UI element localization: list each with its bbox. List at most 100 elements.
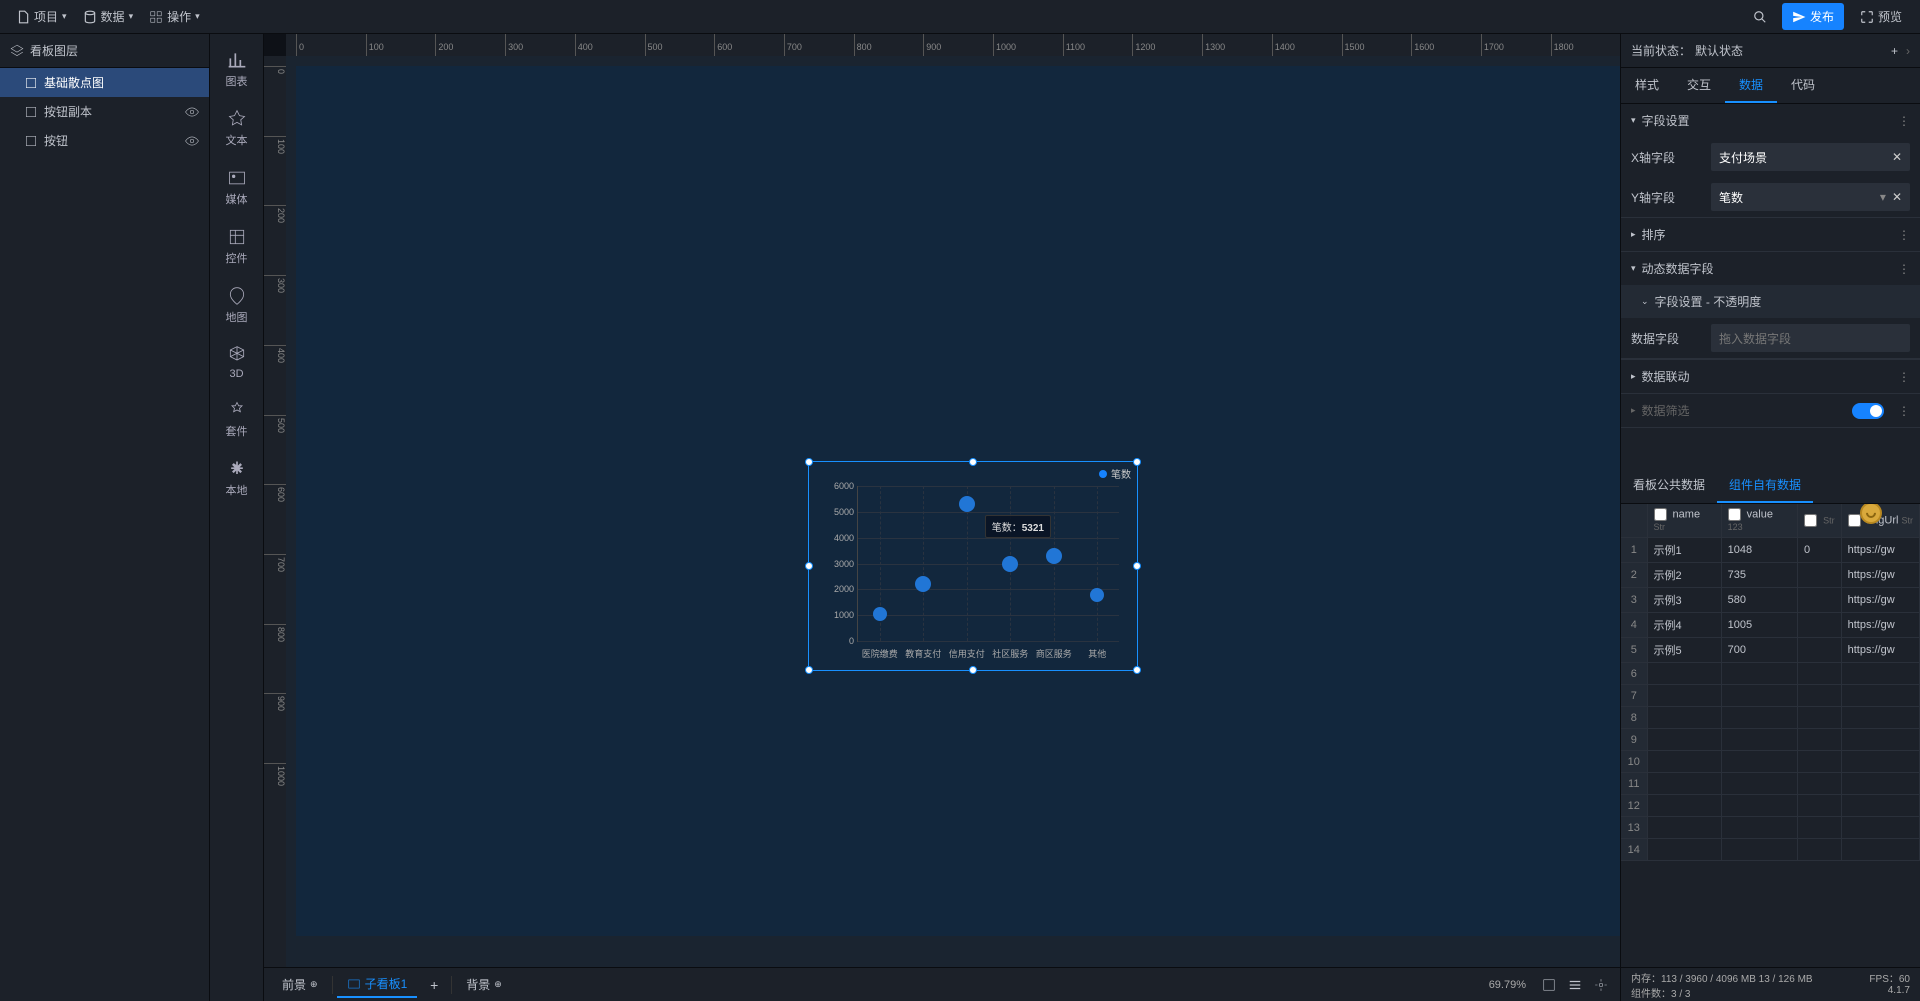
layer-item[interactable]: 按钮副本 [0, 97, 209, 126]
component-category[interactable]: 图表 [226, 40, 248, 99]
x-field-control[interactable]: 支付场景 ✕ [1711, 143, 1910, 171]
component-category[interactable]: 媒体 [226, 158, 248, 217]
cell-c3[interactable]: 0 [1798, 538, 1842, 563]
scatter-point[interactable] [1046, 548, 1062, 564]
table-row[interactable]: 6 [1621, 663, 1920, 685]
cell-imgurl[interactable]: https://gw [1841, 638, 1919, 663]
y-field-control[interactable]: 笔数 ▾ ✕ [1711, 183, 1910, 211]
table-col-header[interactable]: Str [1798, 504, 1842, 538]
preview-button[interactable]: 预览 [1850, 3, 1912, 30]
eye-icon[interactable] [185, 105, 199, 119]
cell-name[interactable]: 示例5 [1647, 638, 1721, 663]
cell-value[interactable]: 735 [1721, 563, 1797, 588]
layer-item[interactable]: 基础散点图 [0, 68, 209, 97]
add-state-button[interactable]: + [1891, 44, 1898, 58]
table-row[interactable]: 8 [1621, 707, 1920, 729]
table-row[interactable]: 2示例2735https://gw [1621, 563, 1920, 588]
section-header-filter[interactable]: ▸ 数据筛选 ⋮ [1621, 394, 1920, 427]
add-tab-button[interactable]: + [421, 977, 447, 993]
property-tab[interactable]: 数据 [1725, 68, 1777, 103]
cell-imgurl[interactable]: https://gw [1841, 563, 1919, 588]
more-icon[interactable]: ⋮ [1898, 404, 1910, 418]
col-checkbox[interactable] [1848, 514, 1861, 527]
settings-icon[interactable] [1594, 978, 1608, 992]
cell-name[interactable]: 示例4 [1647, 613, 1721, 638]
project-menu[interactable]: 项目 ▾ [8, 4, 75, 29]
col-checkbox[interactable] [1654, 508, 1667, 521]
data-tab[interactable]: 看板公共数据 [1621, 468, 1717, 503]
scatter-point[interactable] [915, 576, 931, 592]
cell-c3[interactable] [1798, 613, 1842, 638]
cell-value[interactable]: 700 [1721, 638, 1797, 663]
scatter-point[interactable] [1002, 556, 1018, 572]
cell-value[interactable]: 1005 [1721, 613, 1797, 638]
cell-c3[interactable] [1798, 638, 1842, 663]
table-row[interactable]: 9 [1621, 729, 1920, 751]
component-category[interactable]: 本地 [226, 449, 248, 508]
cell-imgurl[interactable]: https://gw [1841, 613, 1919, 638]
section-header-dynamic[interactable]: ▾ 动态数据字段 ⋮ [1621, 252, 1920, 285]
table-row[interactable]: 7 [1621, 685, 1920, 707]
more-icon[interactable]: ⋮ [1898, 262, 1910, 276]
tab-foreground[interactable]: 前景 ⊕ [272, 972, 328, 997]
table-row[interactable]: 1示例110480https://gw [1621, 538, 1920, 563]
clear-icon[interactable]: ✕ [1892, 150, 1902, 164]
clear-icon[interactable]: ✕ [1892, 190, 1902, 204]
search-button[interactable] [1746, 3, 1774, 31]
property-tab[interactable]: 样式 [1621, 68, 1673, 103]
cell-name[interactable]: 示例2 [1647, 563, 1721, 588]
table-row[interactable]: 10 [1621, 751, 1920, 773]
table-row[interactable]: 5示例5700https://gw [1621, 638, 1920, 663]
col-checkbox[interactable] [1804, 514, 1817, 527]
section-header-link[interactable]: ▸ 数据联动 ⋮ [1621, 360, 1920, 393]
more-icon[interactable]: ⋮ [1898, 228, 1910, 242]
data-tab[interactable]: 组件自有数据 [1717, 468, 1813, 503]
grid-zoom-icon[interactable] [1542, 978, 1556, 992]
table-row[interactable]: 12 [1621, 795, 1920, 817]
table-col-header[interactable]: name Str [1647, 504, 1721, 538]
table-row[interactable]: 14 [1621, 839, 1920, 861]
scatter-point[interactable] [873, 607, 887, 621]
table-row[interactable]: 11 [1621, 773, 1920, 795]
data-field-control[interactable]: 拖入数据字段 [1711, 324, 1910, 352]
filter-toggle[interactable] [1852, 403, 1884, 419]
property-tab[interactable]: 交互 [1673, 68, 1725, 103]
scatter-point[interactable] [959, 496, 975, 512]
publish-button[interactable]: 发布 [1782, 3, 1844, 30]
component-category[interactable]: 3D [227, 335, 247, 390]
component-category[interactable]: 套件 [226, 390, 248, 449]
section-header-sort[interactable]: ▸ 排序 ⋮ [1621, 218, 1920, 251]
col-checkbox[interactable] [1728, 508, 1741, 521]
more-icon[interactable]: ⋮ [1898, 370, 1910, 384]
chevron-right-icon[interactable]: › [1906, 44, 1910, 58]
layer-item[interactable]: 按钮 [0, 126, 209, 155]
table-row[interactable]: 4示例41005https://gw [1621, 613, 1920, 638]
selection-box[interactable]: 笔数 0100020003000400050006000医院缴费教育支付信用支付… [808, 461, 1138, 671]
list-icon[interactable] [1568, 978, 1582, 992]
component-category[interactable]: 文本 [226, 99, 248, 158]
canvas-area[interactable]: 笔数 0100020003000400050006000医院缴费教育支付信用支付… [286, 56, 1620, 967]
cell-c3[interactable] [1798, 588, 1842, 613]
cell-imgurl[interactable]: https://gw [1841, 538, 1919, 563]
section-header-field[interactable]: ▾ 字段设置 ⋮ [1621, 104, 1920, 137]
property-tab[interactable]: 代码 [1777, 68, 1829, 103]
component-category[interactable]: 地图 [226, 276, 248, 335]
table-row[interactable]: 3示例3580https://gw [1621, 588, 1920, 613]
component-category[interactable]: 控件 [226, 217, 248, 276]
scatter-point[interactable] [1090, 588, 1104, 602]
cell-imgurl[interactable]: https://gw [1841, 588, 1919, 613]
more-icon[interactable]: ⋮ [1898, 114, 1910, 128]
cell-value[interactable]: 1048 [1721, 538, 1797, 563]
cell-name[interactable]: 示例3 [1647, 588, 1721, 613]
chevron-down-icon[interactable]: ▾ [1880, 190, 1886, 204]
cell-value[interactable]: 580 [1721, 588, 1797, 613]
action-menu[interactable]: 操作 ▾ [141, 4, 208, 29]
tab-child-board[interactable]: 子看板1 [337, 971, 418, 998]
subsection-header-opacity[interactable]: ⌄ 字段设置 - 不透明度 [1621, 285, 1920, 318]
cell-c3[interactable] [1798, 563, 1842, 588]
data-menu[interactable]: 数据 ▾ [75, 4, 142, 29]
tab-background[interactable]: 背景 ⊕ [456, 972, 512, 997]
cell-name[interactable]: 示例1 [1647, 538, 1721, 563]
table-row[interactable]: 13 [1621, 817, 1920, 839]
eye-icon[interactable] [185, 134, 199, 148]
